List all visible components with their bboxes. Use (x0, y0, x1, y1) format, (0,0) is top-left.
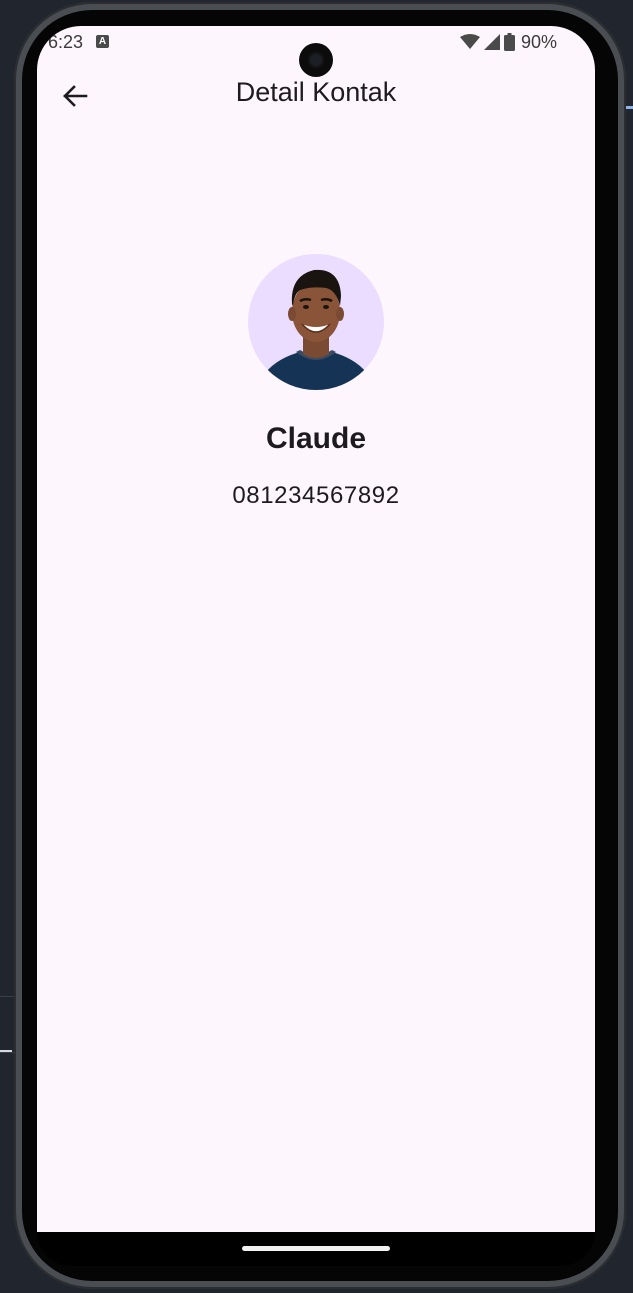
ide-panel-tab (0, 1022, 12, 1052)
status-time: 6:23 (48, 32, 84, 52)
contact-name: Claude (265, 422, 367, 455)
battery-icon (503, 33, 515, 51)
contact-avatar (248, 254, 384, 390)
cellular-signal-icon (483, 34, 500, 50)
status-icons: 90% (459, 31, 557, 52)
contact-phone-number: 081234567892 (232, 482, 400, 509)
battery-level: 90% (520, 31, 557, 52)
camera-lens (310, 54, 322, 66)
ide-divider (0, 996, 14, 997)
front-camera (299, 43, 333, 77)
app-screen: 6:23 A 90% Detail Kontak Claude 08123456… (37, 26, 595, 1232)
wifi-icon (459, 34, 480, 49)
notification-a-icon: A (96, 35, 109, 48)
page-title: Detail Kontak (235, 77, 397, 107)
home-gesture-handle[interactable] (242, 1246, 390, 1251)
ide-divider (0, 1052, 14, 1053)
person-photo (260, 269, 372, 390)
